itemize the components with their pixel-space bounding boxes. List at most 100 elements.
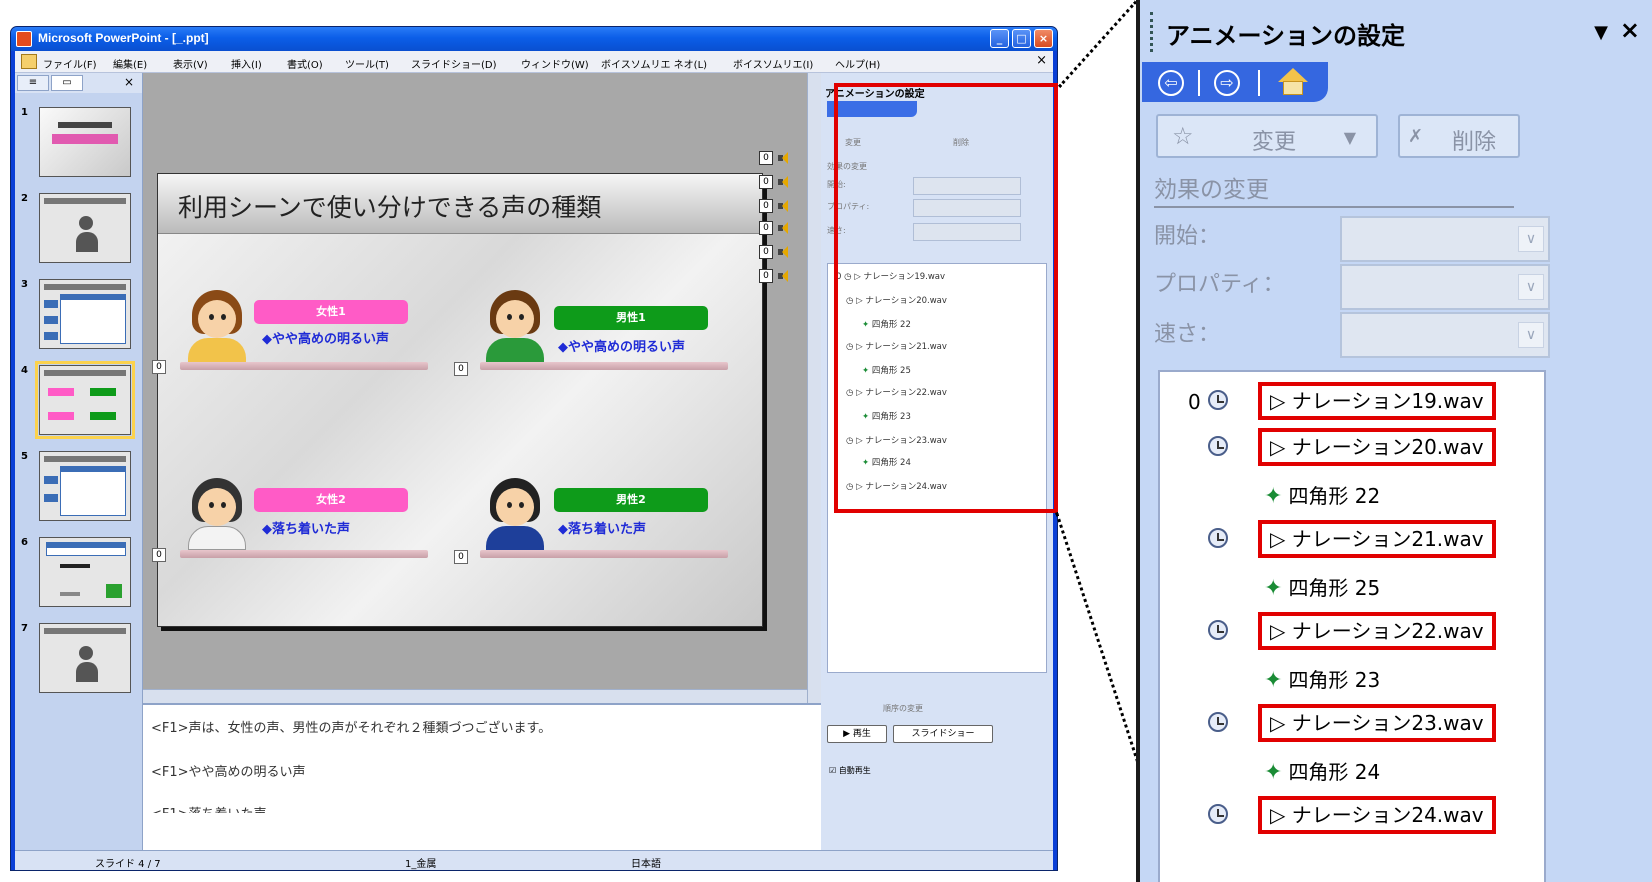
menu-voicesommelier-neo[interactable]: ボイスソムリエ ネオ(L) — [601, 56, 707, 71]
slide-thumbnail[interactable] — [39, 623, 131, 693]
start-select[interactable]: ∨ — [1340, 216, 1550, 262]
anim-tag[interactable]: 0 — [759, 269, 773, 283]
voice-male-1[interactable]: ◆やや高めの明るい声 — [558, 336, 685, 355]
slide-thumbnail[interactable] — [39, 279, 131, 349]
label-male-1[interactable]: 男性1 — [554, 306, 708, 330]
menu-voicesommelier[interactable]: ボイスソムリエ(I) — [733, 56, 813, 71]
autoplay-checkbox[interactable]: ☑ 自動再生 — [829, 765, 871, 776]
speaker-icon[interactable] — [777, 245, 791, 259]
change-effect-button[interactable]: ☆ 変更 ▼ — [1156, 114, 1378, 158]
slide-title[interactable]: 利用シーンで使い分けできる声の種類 — [178, 188, 601, 224]
animation-item[interactable]: ▷ ナレーション24.wav — [1160, 794, 1544, 836]
notes-pane[interactable]: <F1>声は、女性の声、男性の声がそれぞれ２種類づつございます。 <F1>やや高… — [143, 703, 821, 850]
close-button[interactable]: × — [1034, 29, 1053, 48]
minimize-button[interactable]: _ — [990, 29, 1009, 48]
delete-effect-button[interactable]: ✗ 削除 — [1398, 114, 1520, 158]
current-slide[interactable]: 利用シーンで使い分けできる声の種類 女性1 ◆やや高めの明るい声 0 男性1 ◆… — [152, 173, 763, 627]
sound-effect-box[interactable]: ▷ ナレーション20.wav — [1258, 428, 1496, 466]
slide-thumbnail[interactable] — [39, 107, 131, 177]
menu-close-icon[interactable]: × — [1036, 53, 1047, 68]
back-icon[interactable]: ⇦ — [1158, 70, 1184, 96]
pane-menu-icon[interactable]: ▼ — [1594, 22, 1608, 43]
slide-thumb-row[interactable]: 2 — [15, 193, 143, 273]
voice-female-2[interactable]: ◆落ち着いた声 — [262, 518, 350, 537]
animation-item[interactable]: 0 ▷ ナレーション19.wav — [1160, 380, 1544, 422]
sound-effect-box[interactable]: ▷ ナレーション23.wav — [1258, 704, 1496, 742]
menu-help[interactable]: ヘルプ(H) — [835, 56, 880, 71]
slide-thumbnail[interactable] — [39, 537, 131, 607]
anim-tag[interactable]: 0 — [759, 245, 773, 259]
label-male-2[interactable]: 男性2 — [554, 488, 708, 512]
voice-bar-female-1[interactable] — [180, 362, 428, 370]
tab-slides[interactable]: ▭ — [51, 75, 83, 91]
document-icon[interactable] — [21, 54, 37, 69]
menu-edit[interactable]: 編集(E) — [113, 56, 147, 71]
animation-item[interactable]: ▷ ナレーション22.wav — [1160, 610, 1544, 652]
chevron-down-icon[interactable]: ∨ — [1518, 322, 1544, 348]
anim-tag[interactable]: 0 — [759, 221, 773, 235]
slide-thumb-row[interactable]: 7 — [15, 623, 143, 703]
animation-item[interactable]: ✦ 四角形 24 — [1160, 748, 1544, 790]
speaker-icon[interactable] — [777, 151, 791, 165]
anim-tag[interactable]: 0 — [759, 151, 773, 165]
chevron-down-icon[interactable]: ∨ — [1518, 274, 1544, 300]
slide-thumb-row[interactable]: 3 — [15, 279, 143, 359]
menu-slideshow[interactable]: スライドショー(D) — [411, 56, 497, 71]
sound-effect-box[interactable]: ▷ ナレーション19.wav — [1258, 382, 1496, 420]
slideshow-button[interactable]: スライドショー — [893, 725, 993, 743]
menu-tools[interactable]: ツール(T) — [345, 56, 389, 71]
animation-item[interactable]: ✦ 四角形 23 — [1160, 656, 1544, 698]
tab-outline[interactable]: ≡ — [17, 75, 49, 91]
speaker-icon[interactable] — [777, 269, 791, 283]
reorder-label[interactable]: 順序の変更 — [883, 703, 923, 714]
anim-tag[interactable]: 0 — [454, 550, 468, 564]
shape-effect[interactable]: ✦ 四角形 24 — [1264, 756, 1380, 785]
speed-select[interactable]: ∨ — [1340, 312, 1550, 358]
powerpoint-app-icon[interactable] — [16, 31, 32, 47]
anim-tag[interactable]: 0 — [454, 362, 468, 376]
grip-icon[interactable] — [1150, 12, 1154, 52]
slide-thumbnail-selected[interactable] — [35, 361, 135, 439]
animation-item[interactable]: ▷ ナレーション23.wav — [1160, 702, 1544, 744]
menu-insert[interactable]: 挿入(I) — [231, 56, 262, 71]
animation-list[interactable]: 0 ▷ ナレーション19.wav ▷ ナレーション20.wav ✦ 四角形 22 … — [1158, 370, 1546, 882]
speaker-icon[interactable] — [777, 221, 791, 235]
menu-view[interactable]: 表示(V) — [173, 56, 208, 71]
speaker-icon[interactable] — [777, 175, 791, 189]
note-line[interactable]: <F1>声は、女性の声、男性の声がそれぞれ２種類づつございます。 — [151, 717, 551, 736]
animation-item[interactable]: ✦ 四角形 25 — [1160, 564, 1544, 606]
sound-effect-box[interactable]: ▷ ナレーション24.wav — [1258, 796, 1496, 834]
shape-effect[interactable]: ✦ 四角形 22 — [1264, 480, 1380, 509]
voice-male-2[interactable]: ◆落ち着いた声 — [558, 518, 646, 537]
slide-thumb-row[interactable]: 1 — [15, 107, 143, 187]
speaker-icon[interactable] — [777, 199, 791, 213]
anim-tag[interactable]: 0 — [152, 548, 166, 562]
slide-thumb-row[interactable]: 5 — [15, 451, 143, 531]
slide-horizontal-scrollbar[interactable] — [143, 689, 807, 703]
voice-bar-female-2[interactable] — [180, 550, 428, 558]
voice-female-1[interactable]: ◆やや高めの明るい声 — [262, 328, 389, 347]
chevron-down-icon[interactable]: ∨ — [1518, 226, 1544, 252]
slide-thumbnail[interactable] — [39, 451, 131, 521]
sound-effect-box[interactable]: ▷ ナレーション22.wav — [1258, 612, 1496, 650]
animation-item[interactable]: ▷ ナレーション21.wav — [1160, 518, 1544, 560]
shape-effect[interactable]: ✦ 四角形 23 — [1264, 664, 1380, 693]
shape-effect[interactable]: ✦ 四角形 25 — [1264, 572, 1380, 601]
anim-tag[interactable]: 0 — [152, 360, 166, 374]
note-line[interactable]: <F1>落ち着いた声 — [151, 803, 267, 813]
maximize-button[interactable]: □ — [1012, 29, 1031, 48]
slide-thumbnail[interactable] — [39, 193, 131, 263]
menu-format[interactable]: 書式(O) — [287, 56, 323, 71]
voice-bar-male-1[interactable] — [480, 362, 728, 370]
slide-thumb-row[interactable]: 6 — [15, 537, 143, 617]
note-line[interactable]: <F1>やや高めの明るい声 — [151, 761, 306, 780]
home-icon[interactable] — [1278, 68, 1308, 96]
panel-close-icon[interactable]: × — [124, 75, 134, 89]
anim-tag[interactable]: 0 — [759, 199, 773, 213]
animation-item[interactable]: ✦ 四角形 22 — [1160, 472, 1544, 514]
animation-item[interactable]: ▷ ナレーション20.wav — [1160, 426, 1544, 468]
menu-file[interactable]: ファイル(F) — [43, 56, 97, 71]
voice-bar-male-2[interactable] — [480, 550, 728, 558]
menu-window[interactable]: ウィンドウ(W) — [521, 56, 589, 71]
pane-close-icon[interactable]: × — [1620, 16, 1640, 44]
